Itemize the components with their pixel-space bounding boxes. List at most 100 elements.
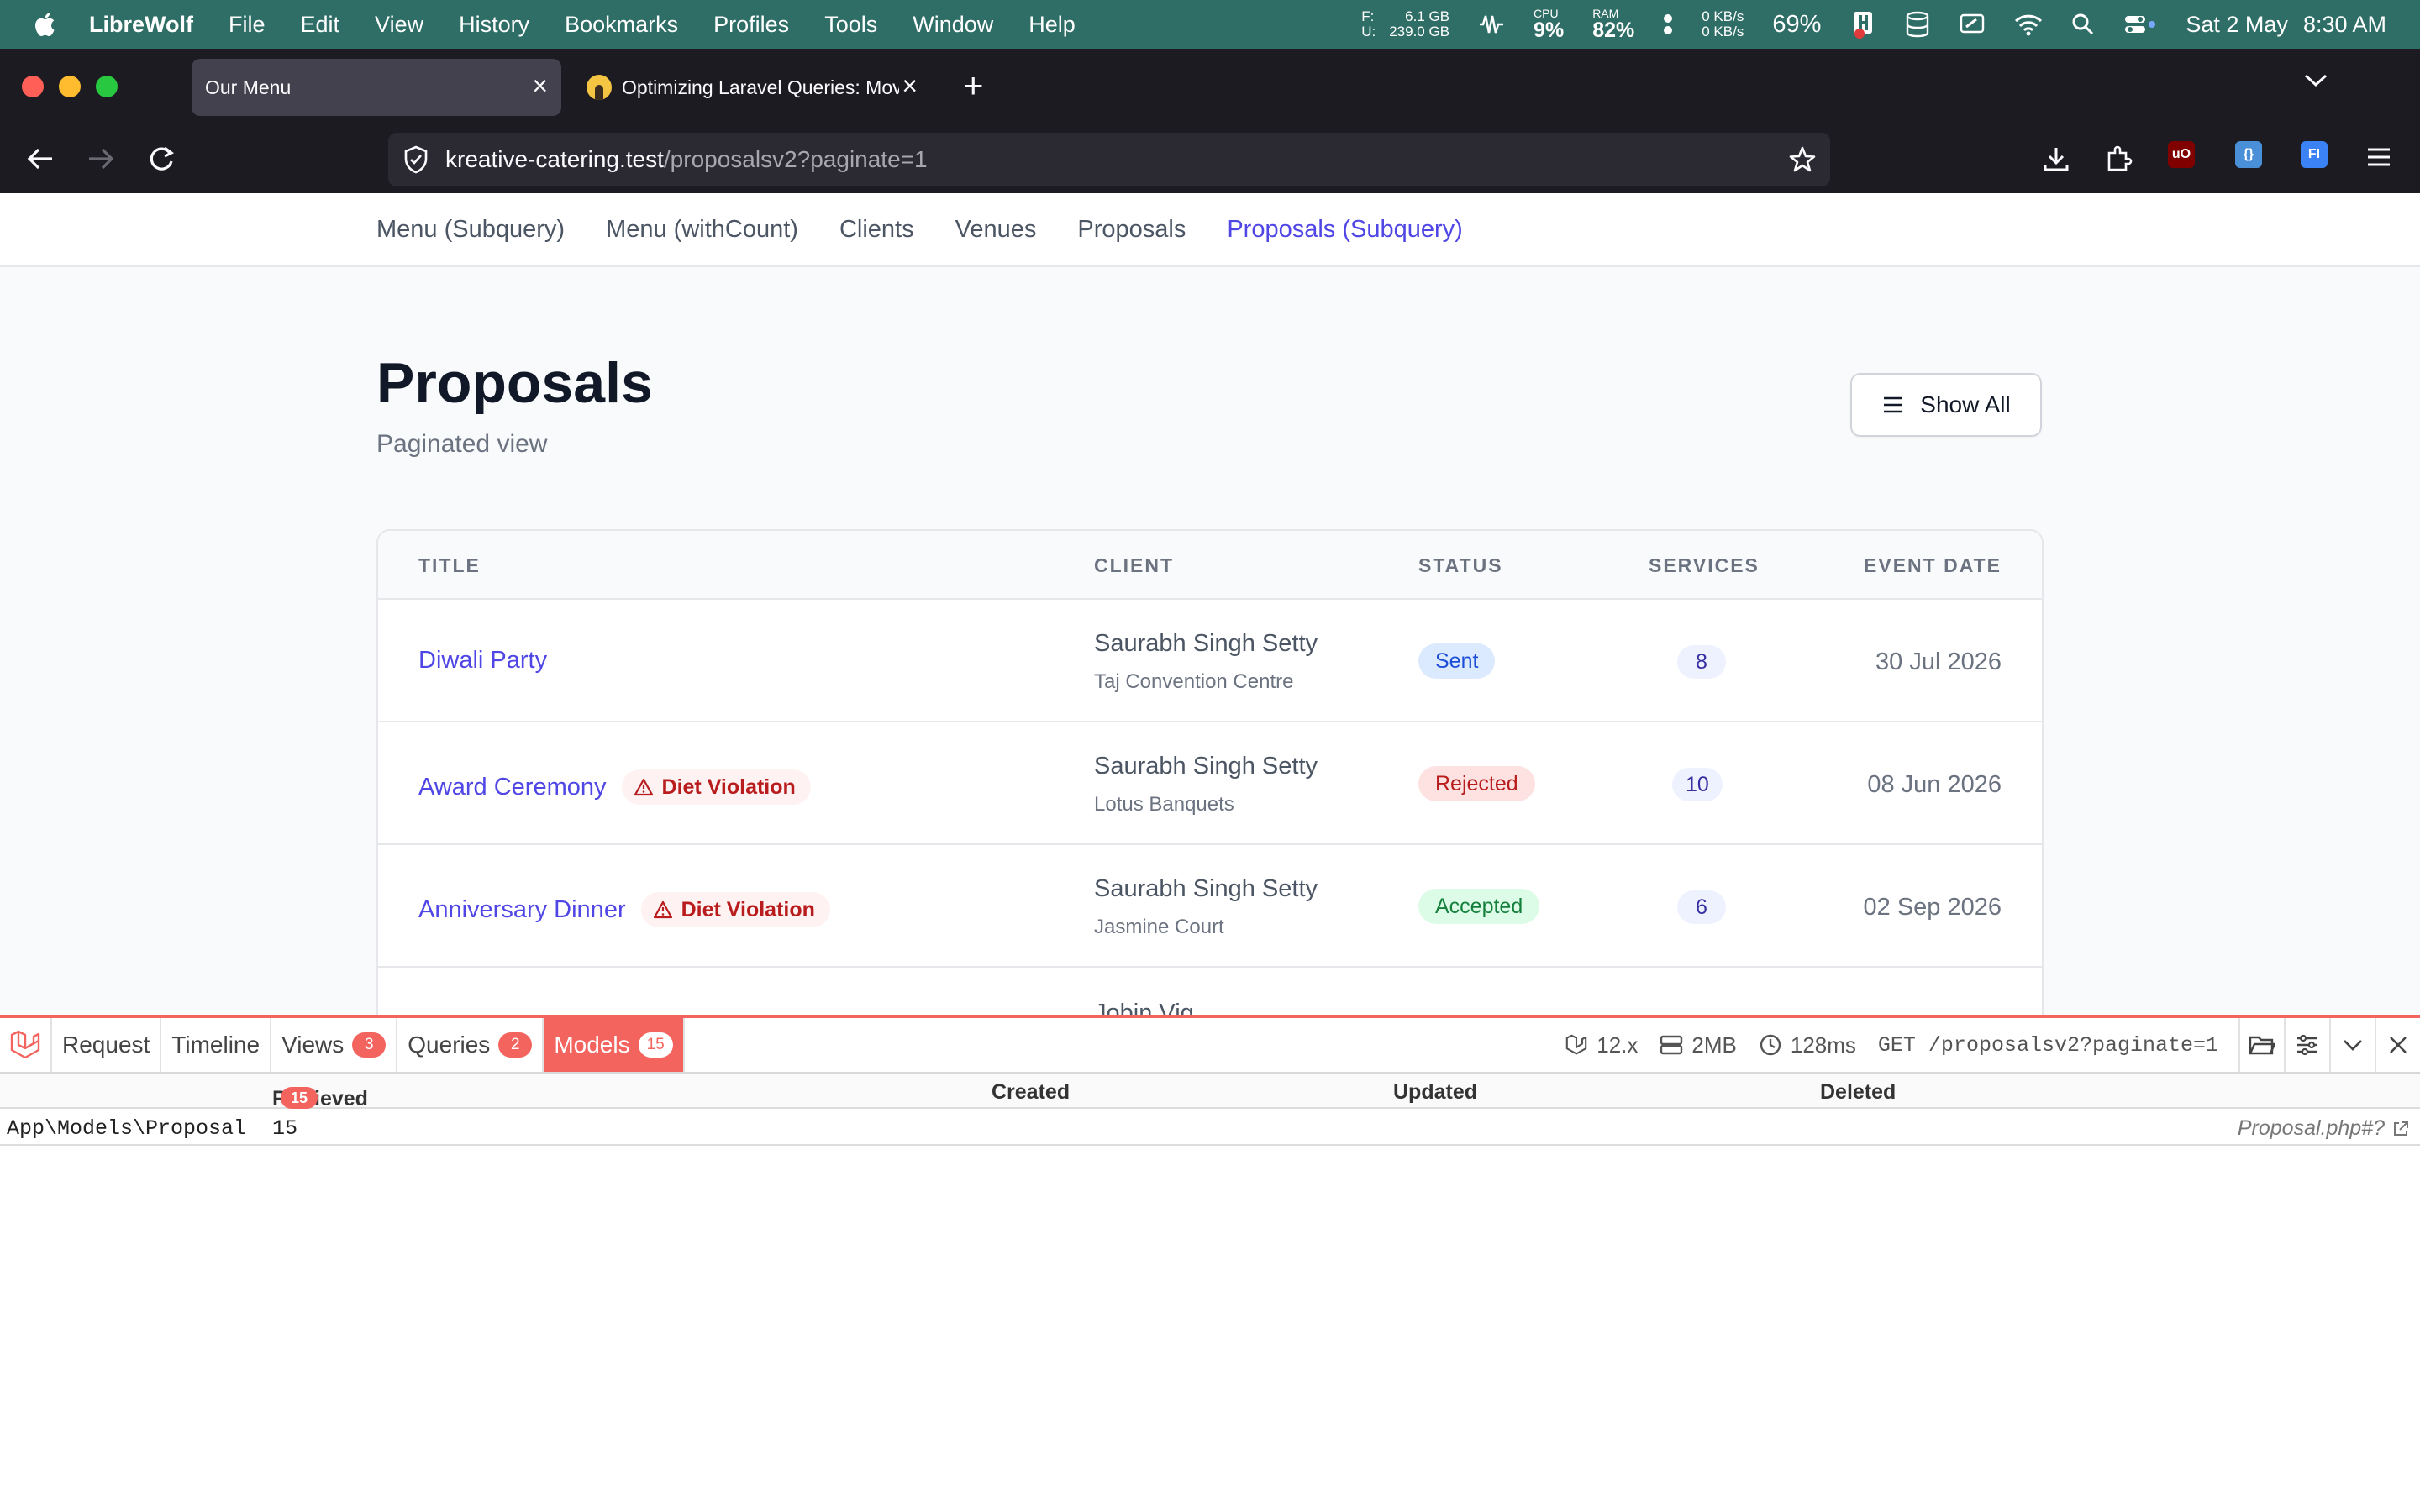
status-badge: Rejected (1418, 766, 1535, 801)
proposal-title: Diwali Party (418, 647, 548, 674)
close-debugbar-icon[interactable] (2375, 1018, 2420, 1072)
laravel-logo-icon[interactable] (0, 1018, 52, 1072)
database-icon[interactable] (1905, 11, 1930, 38)
laravel-version-text: 12.x (1597, 1032, 1639, 1058)
close-tab-icon[interactable]: × (532, 72, 548, 99)
table-row[interactable]: Diwali Party Saurabh Singh Setty Taj Con… (378, 600, 2042, 722)
site-navigation: Menu (Subquery) Menu (withCount) Clients… (0, 193, 2420, 267)
nav-venues[interactable]: Venues (955, 216, 1037, 244)
menu-file[interactable]: File (229, 12, 266, 38)
disk-stats[interactable]: F: 6.1 GB U: 239.0 GB (1361, 9, 1449, 39)
minimize-window-button[interactable] (59, 76, 81, 97)
bookmark-star-icon[interactable] (1788, 145, 1817, 180)
table-row[interactable]: Jobin Vig (378, 968, 2042, 1018)
apple-icon[interactable] (32, 10, 60, 39)
menu-help[interactable]: Help (1028, 12, 1076, 38)
memory-usage: 2MB (1660, 1032, 1737, 1058)
tab-list-chevron-icon[interactable] (2302, 72, 2329, 93)
server-icon (1660, 1035, 1683, 1055)
reload-button[interactable] (146, 144, 176, 179)
battery-percent[interactable]: 69% (1772, 11, 1821, 39)
menu-bookmarks[interactable]: Bookmarks (565, 12, 678, 38)
debugbar-tab-queries[interactable]: Queries 2 (397, 1018, 544, 1072)
debugbar-tab-models[interactable]: Models 15 (544, 1018, 685, 1072)
app-menu-librewolf[interactable]: LibreWolf (89, 12, 193, 38)
spotlight-search-icon[interactable] (2071, 13, 2095, 36)
header-event-date[interactable]: EVENT DATE (1864, 554, 2002, 577)
tracking-protection-shield-icon[interactable] (403, 145, 429, 174)
proposal-title-link[interactable]: Anniversary Dinner Diet Violation (418, 892, 830, 927)
laravel-debugbar: Request Timeline Views 3 Queries 2 Models 1… (0, 1015, 2420, 1512)
settings-sliders-icon[interactable] (2284, 1018, 2329, 1072)
menu-window[interactable]: Window (913, 12, 993, 38)
open-folder-icon[interactable] (2238, 1018, 2284, 1072)
ram-label: RAM (1592, 7, 1619, 20)
zoom-window-button[interactable] (96, 76, 118, 97)
tab-optimizing-laravel[interactable]: Optimizing Laravel Queries: Mov × (580, 59, 933, 116)
diet-violation-badge: Diet Violation (640, 892, 830, 927)
menubar-date[interactable]: Sat 2 May (2186, 12, 2288, 38)
debugbar-tab-views[interactable]: Views 3 (271, 1018, 398, 1072)
request-summary[interactable]: GET /proposalsv2?paginate=1 (1878, 1033, 2218, 1058)
extensions-puzzle-icon[interactable] (2104, 144, 2133, 177)
close-window-button[interactable] (22, 76, 44, 97)
external-link-icon (2394, 1121, 2408, 1136)
forward-button[interactable] (86, 144, 116, 177)
venue-name: Lotus Banquets (1094, 793, 1234, 816)
header-title[interactable]: TITLE (418, 554, 481, 577)
new-tab-button[interactable]: + (963, 66, 984, 106)
model-file-link[interactable]: Proposal.php#? (2238, 1116, 2410, 1141)
table-row[interactable]: Award Ceremony Diet Violation Saurabh Si… (378, 722, 2042, 845)
browser-chrome: Our Menu × Optimizing Laravel Queries: M… (0, 49, 2420, 193)
menu-view[interactable]: View (375, 12, 424, 38)
event-date: 08 Jun 2026 (1867, 771, 2002, 798)
debugbar-status-area: 12.x 2MB 128ms GET /proposalsv2?paginate… (1565, 1018, 2420, 1072)
debugbar-tab-timeline[interactable]: Timeline (161, 1018, 272, 1072)
menu-tools[interactable]: Tools (824, 12, 877, 38)
json-viewer-extension-icon[interactable]: {} (2235, 141, 2262, 168)
dots-icon[interactable] (1663, 12, 1673, 37)
url-bar[interactable]: kreative-catering.test/proposalsv2?pagin… (388, 133, 1830, 186)
header-services[interactable]: SERVICES (1649, 554, 1760, 577)
header-status[interactable]: STATUS (1418, 554, 1503, 577)
close-tab-icon[interactable]: × (902, 72, 918, 99)
back-button[interactable] (25, 144, 55, 177)
menu-edit[interactable]: Edit (301, 12, 340, 38)
ram-stat[interactable]: RAM 82% (1592, 8, 1634, 41)
nav-clients[interactable]: Clients (839, 216, 914, 244)
menu-profiles[interactable]: Profiles (713, 12, 789, 38)
show-all-button[interactable]: Show All (1850, 373, 2042, 437)
ublock-origin-icon[interactable]: uO (2168, 141, 2195, 168)
network-stats[interactable]: 0 KB/s 0 KB/s (1702, 9, 1744, 39)
hammer-app-icon[interactable] (1851, 10, 1876, 39)
nav-menu-subquery[interactable]: Menu (Subquery) (376, 216, 565, 244)
wifi-icon[interactable] (2014, 13, 2043, 36)
menubar-time[interactable]: 8:30 AM (2303, 12, 2386, 38)
hamburger-menu-icon[interactable] (2365, 144, 2393, 174)
services-count-badge: 8 (1677, 645, 1726, 679)
control-center-icon[interactable] (2123, 13, 2157, 36)
header-client[interactable]: CLIENT (1094, 554, 1174, 577)
proposal-title-link[interactable]: Award Ceremony Diet Violation (418, 769, 811, 805)
debugbar-header: Request Timeline Views 3 Queries 2 Models 1… (0, 1018, 2420, 1074)
request-duration: 128ms (1759, 1032, 1856, 1058)
fi-extension-icon[interactable]: FI (2301, 141, 2328, 168)
status-badge: Sent (1418, 643, 1496, 679)
activity-wave-icon[interactable] (1478, 12, 1505, 37)
models-count-badge: 15 (638, 1032, 673, 1058)
minimize-chevron-icon[interactable] (2329, 1018, 2375, 1072)
menu-history[interactable]: History (459, 12, 529, 38)
proposal-title-link[interactable]: Diwali Party (418, 647, 547, 675)
client-name: Saurabh Singh Setty (1094, 875, 1318, 902)
downloads-icon[interactable] (2042, 144, 2070, 177)
screen-share-icon[interactable] (1959, 12, 1986, 37)
table-row[interactable]: Anniversary Dinner Diet Violation Saurab… (378, 845, 2042, 968)
tab-our-menu[interactable]: Our Menu × (192, 59, 561, 116)
nav-proposals-subquery[interactable]: Proposals (Subquery) (1227, 216, 1462, 244)
proposal-title: Award Ceremony (418, 773, 607, 801)
cpu-stat[interactable]: CPU 9% (1534, 8, 1564, 41)
nav-proposals[interactable]: Proposals (1077, 216, 1186, 244)
net-down: 0 KB/s (1702, 24, 1744, 39)
nav-menu-withcount[interactable]: Menu (withCount) (606, 216, 798, 244)
debugbar-tab-request[interactable]: Request (52, 1018, 162, 1072)
